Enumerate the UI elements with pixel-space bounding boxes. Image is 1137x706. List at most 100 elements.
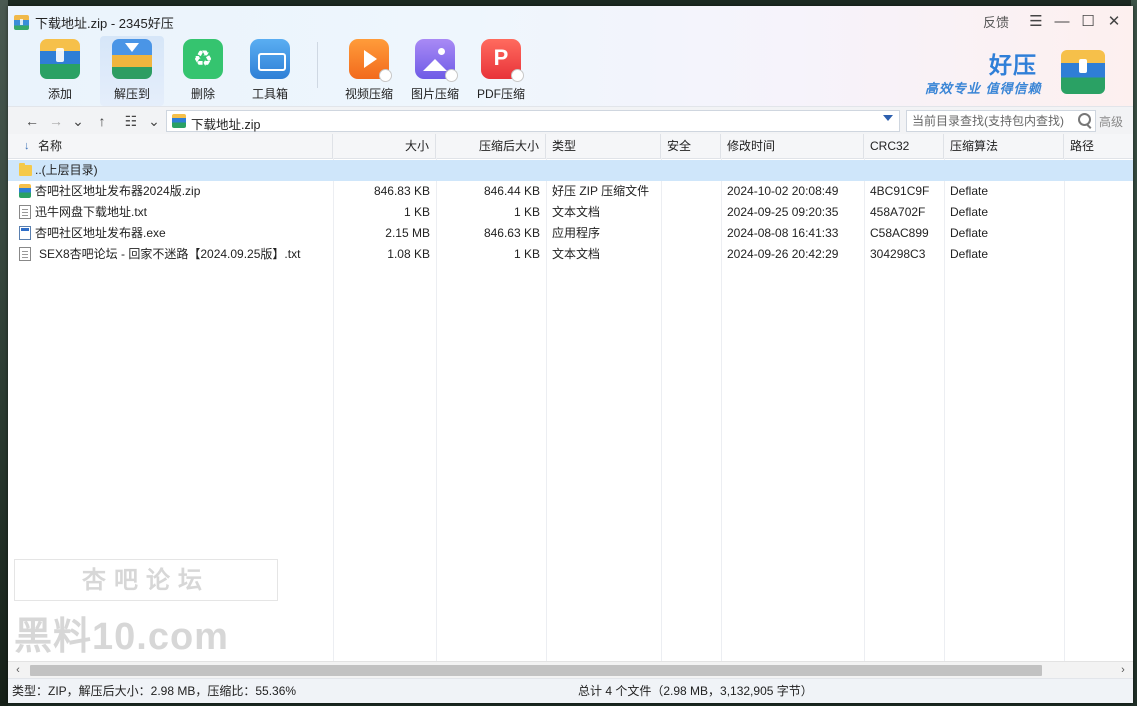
scroll-left-icon[interactable]: ‹ [11, 663, 25, 678]
file-size: 846.83 KB [373, 184, 430, 198]
delete-button[interactable]: 删除 [171, 36, 235, 106]
file-size: 1 KB [403, 205, 430, 219]
badge-icon [445, 69, 458, 82]
compression-method: Deflate [950, 184, 989, 198]
column-name[interactable]: ↓ 名称 [8, 134, 333, 158]
file-name: 杏吧社区地址发布器2024版.zip [35, 184, 201, 198]
badge-icon [511, 69, 524, 82]
desktop-background-left [0, 0, 8, 706]
pdf-compress-button[interactable]: PDF压缩 [469, 36, 533, 106]
watermark-line1: 杏吧论坛 [14, 559, 278, 601]
packed-size: 846.63 KB [483, 226, 540, 240]
horizontal-scrollbar[interactable]: ‹ › [8, 661, 1133, 679]
column-method[interactable]: 压缩算法 [944, 134, 1064, 158]
brand: 好压 高效专业 值得信赖 [925, 44, 1105, 100]
text-file-icon [19, 247, 31, 261]
file-name: 杏吧社区地址发布器.exe [35, 226, 166, 240]
view-dropdown-icon[interactable]: ⌄ [144, 112, 164, 130]
column-packed-size[interactable]: 压缩后大小 [436, 134, 546, 158]
modified-time: 2024-08-08 16:41:33 [727, 226, 839, 240]
search-input[interactable] [910, 111, 1074, 131]
file-name: 迅牛网盘下载地址.txt [35, 205, 148, 219]
view-mode-icon[interactable]: ☷ [121, 112, 141, 130]
search-icon[interactable] [1078, 113, 1091, 126]
address-bar: ← → ⌄ ↑ ☷ ⌄ 下载地址.zip 高级 [8, 106, 1133, 135]
maximize-button[interactable]: ☐ [1075, 10, 1101, 32]
toolbox-button[interactable]: 工具箱 [238, 36, 302, 106]
video-compress-icon [349, 39, 392, 82]
feedback-link[interactable]: 反馈 [983, 12, 1009, 31]
video-compress-button[interactable]: 视频压缩 [337, 36, 401, 106]
file-size: 2.15 MB [385, 226, 430, 240]
title-bar: 下载地址.zip - 2345好压 [14, 12, 174, 32]
table-row[interactable]: 杏吧社区地址发布器.exe 2.15 MB 846.63 KB 应用程序 202… [8, 223, 1133, 244]
header: 下载地址.zip - 2345好压 反馈 ☰ — ☐ ✕ 添加 解压到 删除 [8, 6, 1133, 106]
packed-size: 846.44 KB [483, 184, 540, 198]
add-label: 添加 [47, 87, 72, 101]
column-type[interactable]: 类型 [546, 134, 661, 158]
badge-icon [379, 69, 392, 82]
add-button[interactable]: 添加 [28, 36, 92, 106]
advanced-search-link[interactable]: 高级 [1099, 113, 1123, 130]
menu-icon[interactable]: ☰ [1023, 10, 1049, 32]
add-box-icon [40, 39, 80, 79]
pdf-compress-label: PDF压缩 [476, 87, 525, 101]
file-list: ↓ 名称 大小 压缩后大小 类型 安全 修改时间 CRC32 压缩算法 路径 .… [8, 134, 1133, 661]
column-path[interactable]: 路径 [1064, 134, 1133, 158]
pdf-compress-icon [481, 39, 524, 82]
toolbar-separator [317, 42, 318, 88]
file-total: 总计 4 个文件（2.98 MB，3,132,905 字节） [578, 684, 813, 698]
history-dropdown-icon[interactable]: ⌄ [68, 112, 88, 130]
forward-icon[interactable]: → [46, 112, 66, 130]
folder-icon [19, 163, 32, 176]
watermark-line2: 黑料10.com [14, 616, 229, 658]
crc32: 304298C3 [870, 247, 926, 261]
minimize-button[interactable]: — [1049, 10, 1075, 32]
window-title: 下载地址.zip - 2345好压 [35, 15, 174, 31]
scroll-right-icon[interactable]: › [1116, 663, 1130, 678]
brand-name: 好压 [989, 52, 1037, 78]
back-icon[interactable]: ← [22, 112, 42, 130]
path-dropdown-icon[interactable] [883, 115, 893, 121]
crc32: 4BC91C9F [870, 184, 930, 198]
modified-time: 2024-10-02 20:08:49 [727, 184, 839, 198]
packed-size: 1 KB [513, 205, 540, 219]
table-row[interactable]: SEX8杏吧论坛 - 回家不迷路【2024.09.25版】.txt 1.08 K… [8, 244, 1133, 265]
column-size[interactable]: 大小 [333, 134, 436, 158]
modified-time: 2024-09-26 20:42:29 [727, 247, 839, 261]
table-row[interactable]: 迅牛网盘下载地址.txt 1 KB 1 KB 文本文档 2024-09-25 0… [8, 202, 1133, 223]
window-controls: 反馈 ☰ — ☐ ✕ [983, 10, 1127, 32]
extract-label: 解压到 [113, 87, 150, 101]
brand-logo-icon [1061, 50, 1105, 94]
file-name: SEX8杏吧论坛 - 回家不迷路【2024.09.25版】.txt [39, 247, 301, 261]
table-row-parent-directory[interactable]: ..(上层目录) [8, 160, 1133, 181]
packed-size: 1 KB [513, 247, 540, 261]
close-button[interactable]: ✕ [1101, 10, 1127, 32]
app-window: 下载地址.zip - 2345好压 反馈 ☰ — ☐ ✕ 添加 解压到 删除 [8, 6, 1133, 703]
status-bar: 类型：ZIP，解压后大小：2.98 MB，压缩比：55.36% 总计 4 个文件… [8, 678, 1133, 703]
compression-method: Deflate [950, 247, 989, 261]
column-security[interactable]: 安全 [661, 134, 721, 158]
column-modified[interactable]: 修改时间 [721, 134, 864, 158]
file-type: 好压 ZIP 压缩文件 [552, 184, 650, 198]
scrollbar-thumb[interactable] [30, 665, 1042, 676]
search-box [906, 110, 1096, 132]
file-type: 应用程序 [552, 226, 601, 240]
extract-to-button[interactable]: 解压到 [100, 36, 164, 106]
table-row[interactable]: 杏吧社区地址发布器2024版.zip 846.83 KB 846.44 KB 好… [8, 181, 1133, 202]
path-field[interactable]: 下载地址.zip [166, 110, 900, 132]
toolbox-icon [250, 39, 290, 79]
column-header: ↓ 名称 大小 压缩后大小 类型 安全 修改时间 CRC32 压缩算法 路径 [8, 134, 1133, 159]
image-compress-button[interactable]: 图片压缩 [403, 36, 467, 106]
file-type: 文本文档 [552, 247, 601, 261]
watermark: 杏吧论坛 黑料10.com [14, 559, 284, 658]
sort-indicator-icon: ↓ [24, 140, 30, 152]
column-crc32[interactable]: CRC32 [864, 134, 944, 158]
extract-icon [112, 39, 152, 79]
up-directory-icon[interactable]: ↑ [92, 112, 112, 130]
zip-file-icon [19, 184, 31, 198]
brand-slogan: 高效专业 值得信赖 [925, 81, 1042, 96]
file-type: 文本文档 [552, 205, 601, 219]
haozip-app-icon [14, 14, 29, 30]
toolbox-label: 工具箱 [251, 87, 288, 101]
